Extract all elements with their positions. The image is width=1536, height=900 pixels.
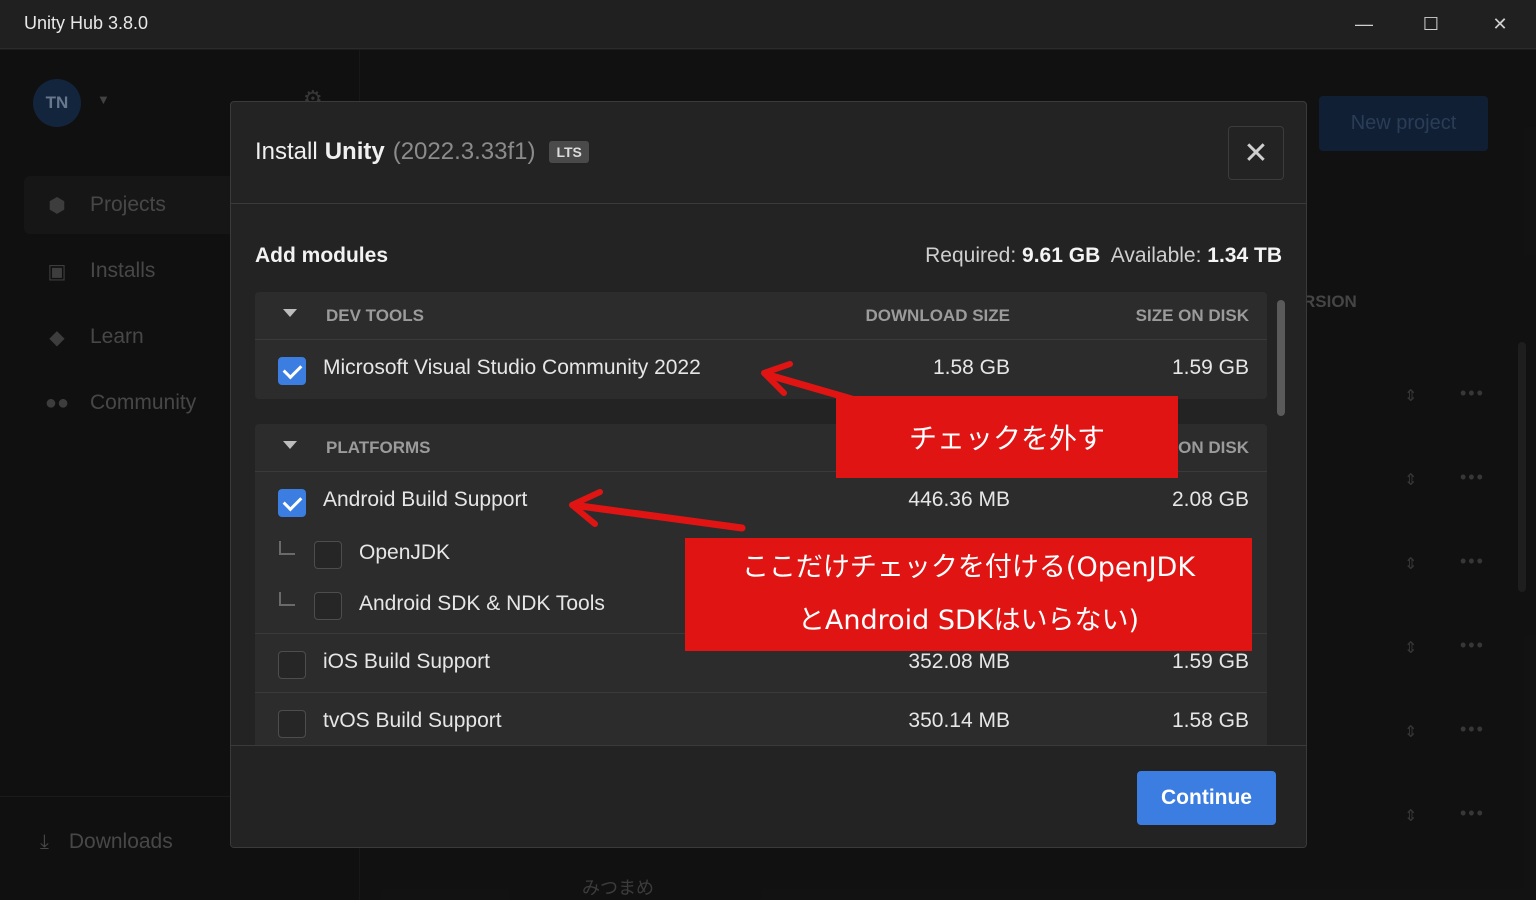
maximize-button[interactable]: ☐ [1414, 10, 1448, 38]
dialog-header: Install Unity (2022.3.33f1) LTS ✕ [231, 102, 1306, 204]
required-label: Required: [925, 244, 1017, 267]
available-value: 1.34 TB [1207, 244, 1282, 267]
submodule-label: OpenJDK [359, 541, 451, 564]
continue-button[interactable]: Continue [1137, 771, 1276, 825]
module-label: iOS Build Support [323, 650, 490, 673]
title-product: Unity [324, 138, 385, 165]
modules-scrollbar[interactable] [1277, 300, 1285, 416]
storage-info: Required: 9.61 GB Available: 1.34 TB [925, 244, 1282, 268]
section-name: DEV TOOLS [326, 306, 424, 325]
tree-connector [279, 592, 295, 606]
download-size-header: DOWNLOAD SIZE [865, 306, 1011, 325]
dialog-title: Install Unity (2022.3.33f1) LTS [255, 138, 589, 166]
module-row: Android Build Support 446.36 MB 2.08 GB [255, 472, 1267, 531]
annotation-line: とAndroid SDKはいらない) [797, 604, 1140, 636]
module-row: tvOS Build Support 350.14 MB 1.58 GB [255, 692, 1267, 745]
module-checkbox[interactable] [278, 651, 306, 679]
chevron-down-icon[interactable] [283, 441, 297, 449]
module-label: Android Build Support [323, 488, 528, 511]
disk-size: 2.08 GB [1171, 488, 1249, 511]
submodule-checkbox[interactable] [314, 541, 342, 569]
disk-size: 1.59 GB [1171, 650, 1249, 673]
module-checkbox[interactable] [278, 710, 306, 738]
section-header[interactable]: DEV TOOLS DOWNLOAD SIZE SIZE ON DISK [255, 292, 1267, 340]
annotation-line: ここだけチェックを付ける(OpenJDK [741, 551, 1196, 583]
title-version: (2022.3.33f1) [392, 138, 536, 165]
required-value: 9.61 GB [1022, 244, 1101, 267]
annotation-callout: ここだけチェックを付ける(OpenJDK とAndroid SDKはいらない) [685, 538, 1252, 651]
minimize-button[interactable]: — [1347, 10, 1381, 38]
window-title: Unity Hub 3.8.0 [24, 13, 149, 33]
section-dev-tools: DEV TOOLS DOWNLOAD SIZE SIZE ON DISK Mic… [255, 292, 1267, 399]
download-size: 446.36 MB [908, 488, 1010, 511]
module-checkbox[interactable] [278, 489, 306, 517]
section-name: PLATFORMS [326, 438, 431, 457]
download-size: 1.58 GB [932, 356, 1010, 379]
download-size: 352.08 MB [908, 650, 1010, 673]
annotation-callout: チェックを外す [836, 396, 1178, 478]
chevron-down-icon[interactable] [283, 309, 297, 317]
size-on-disk-header: ON DISK [1178, 438, 1249, 457]
lts-badge: LTS [549, 141, 589, 163]
module-label: Microsoft Visual Studio Community 2022 [323, 356, 701, 379]
close-dialog-button[interactable]: ✕ [1228, 126, 1284, 180]
size-on-disk-header: SIZE ON DISK [1135, 306, 1249, 325]
submodule-label: Android SDK & NDK Tools [359, 592, 605, 615]
title-prefix: Install [255, 138, 318, 165]
module-row: Microsoft Visual Studio Community 2022 1… [255, 340, 1267, 399]
close-window-button[interactable]: ✕ [1483, 10, 1517, 38]
modules-list[interactable]: DEV TOOLS DOWNLOAD SIZE SIZE ON DISK Mic… [255, 292, 1267, 745]
module-label: tvOS Build Support [323, 709, 502, 732]
tree-connector [279, 541, 295, 555]
module-checkbox[interactable] [278, 357, 306, 385]
disk-size: 1.59 GB [1171, 356, 1249, 379]
disk-size: 1.58 GB [1171, 709, 1249, 732]
available-label: Available: [1110, 244, 1202, 267]
download-size: 350.14 MB [908, 709, 1010, 732]
dialog-footer: Continue [231, 745, 1306, 847]
submodule-checkbox[interactable] [314, 592, 342, 620]
title-bar: Unity Hub 3.8.0 — ☐ ✕ [0, 0, 1536, 49]
add-modules-heading: Add modules [255, 244, 389, 267]
